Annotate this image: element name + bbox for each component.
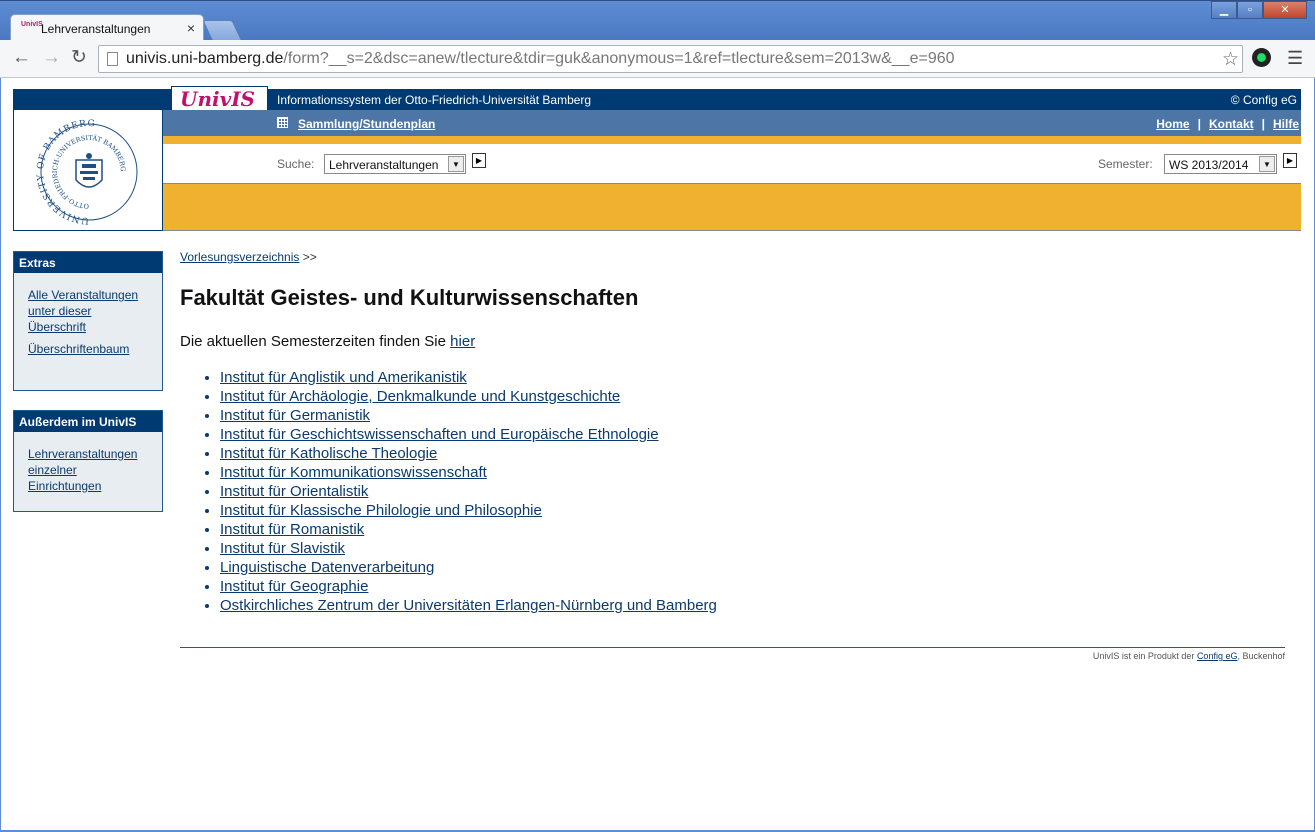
contact-link[interactable]: Kontakt — [1209, 117, 1254, 131]
list-item[interactable]: Institut für Orientalistik — [220, 482, 717, 501]
list-item[interactable]: Institut für Klassische Philologie und P… — [220, 501, 717, 520]
university-seal: UNIVERSITY OF BAMBERG OTTO-FRIEDRICH-UNI… — [13, 110, 163, 231]
list-item[interactable]: Institut für Kommunikationswissenschaft — [220, 463, 717, 482]
list-item[interactable]: Institut für Katholische Theologie — [220, 444, 717, 463]
help-link[interactable]: Hilfe — [1273, 117, 1299, 131]
list-item[interactable]: Institut für Geographie — [220, 577, 717, 596]
list-item[interactable]: Ostkirchliches Zentrum der Universitäten… — [220, 596, 717, 615]
extension-icon[interactable] — [1252, 48, 1271, 67]
footer: UnivIS ist ein Produkt der Config eG, Bu… — [1092, 651, 1285, 661]
sidebar-link-institution-lectures[interactable]: Lehrveranstaltungen einzelner Einrichtun… — [28, 446, 152, 494]
forward-arrow-icon[interactable]: → — [42, 48, 61, 68]
url-text: univis.uni-bamberg.de/form?__s=2&dsc=ane… — [126, 50, 955, 67]
grid-icon — [277, 117, 288, 128]
semester-select[interactable]: WS 2013/2014 ▼ — [1164, 154, 1277, 174]
config-eg-link[interactable]: Config eG — [1197, 651, 1238, 661]
close-window-icon[interactable]: ✕ — [1263, 1, 1307, 19]
univis-logo[interactable]: UnivIS — [171, 86, 268, 112]
list-item[interactable]: Institut für Germanistik — [220, 406, 717, 425]
window-controls: ▁ ▫ ✕ — [1211, 1, 1307, 21]
back-arrow-icon[interactable]: ← — [12, 48, 31, 68]
list-item[interactable]: Institut für Slavistik — [220, 539, 717, 558]
list-item[interactable]: Linguistische Datenverarbeitung — [220, 558, 717, 577]
breadcrumb: Vorlesungsverzeichnis >> — [180, 250, 317, 264]
new-tab-button[interactable] — [202, 20, 242, 40]
page-icon — [107, 52, 118, 66]
header-nav: Sammlung/Stundenplan Home | Kontakt | Hilfe — [163, 110, 1301, 136]
semester-label: Semester: — [1098, 157, 1153, 171]
browser-toolbar: ← → ↻ univis.uni-bamberg.de/form?__s=2&d… — [0, 40, 1315, 78]
chevron-down-icon: ▼ — [1259, 156, 1275, 172]
menu-icon[interactable]: ☰ — [1287, 48, 1303, 69]
chevron-down-icon: ▼ — [448, 156, 464, 172]
breadcrumb-link[interactable]: Vorlesungsverzeichnis — [180, 250, 299, 264]
univis-favicon-icon: UnivIS — [21, 21, 43, 28]
header-copyright: © Config eG — [1230, 93, 1297, 107]
sidebar-extras: Extras Alle Veranstaltungen unter dieser… — [13, 251, 163, 391]
sidebar-link-heading-tree[interactable]: Überschriftenbaum — [28, 341, 152, 357]
top-links: Home | Kontakt | Hilfe — [1156, 117, 1299, 131]
list-item[interactable]: Institut für Romanistik — [220, 520, 717, 539]
tab-title: Lehrveranstaltungen — [41, 22, 151, 36]
semester-dates-link[interactable]: hier — [450, 333, 475, 350]
header-info: Informationssystem der Otto-Friedrich-Un… — [277, 93, 592, 107]
minimize-icon[interactable]: ▁ — [1211, 1, 1237, 19]
sidebar-link-all-lectures[interactable]: Alle Veranstaltungen unter dieser Übersc… — [28, 287, 152, 335]
home-link[interactable]: Home — [1156, 117, 1189, 131]
list-item[interactable]: Institut für Geschichtswissenschaften un… — [220, 425, 717, 444]
intro-text: Die aktuellen Semesterzeiten finden Sie … — [180, 333, 476, 350]
sidebar-more: Außerdem im UnivIS Lehrveranstaltungen e… — [13, 410, 163, 512]
list-item[interactable]: Institut für Anglistik und Amerikanistik — [220, 368, 717, 387]
search-select[interactable]: Lehrveranstaltungen ▼ — [324, 154, 466, 174]
browser-titlebar: UnivIS Lehrveranstaltungen × ▁ ▫ ✕ — [0, 0, 1315, 42]
address-bar[interactable]: univis.uni-bamberg.de/form?__s=2&dsc=ane… — [98, 45, 1243, 73]
browser-tab[interactable]: UnivIS Lehrveranstaltungen × — [10, 14, 204, 42]
bookmark-star-icon[interactable]: ☆ — [1222, 48, 1239, 71]
institute-list: Institut für Anglistik und Amerikanistik… — [200, 368, 717, 615]
header-band — [163, 184, 1301, 231]
reload-icon[interactable]: ↻ — [71, 48, 87, 68]
header-accent — [163, 136, 1301, 144]
window-frame — [0, 78, 1, 832]
list-item[interactable]: Institut für Archäologie, Denkmalkunde u… — [220, 387, 717, 406]
search-go-button[interactable]: ▶ — [472, 153, 486, 168]
sidebar-extras-title: Extras — [14, 252, 162, 273]
semester-go-button[interactable]: ▶ — [1283, 153, 1297, 168]
page-title: Fakultät Geistes- und Kulturwissenschaft… — [180, 285, 639, 310]
search-row: Suche: Lehrveranstaltungen ▼ ▶ Semester:… — [163, 144, 1301, 184]
collection-link[interactable]: Sammlung/Stundenplan — [298, 117, 435, 131]
search-label: Suche: — [277, 157, 315, 171]
maximize-icon[interactable]: ▫ — [1237, 1, 1263, 19]
sidebar-more-title: Außerdem im UnivIS — [14, 411, 162, 432]
footer-divider — [180, 647, 1285, 648]
university-seal-icon: UNIVERSITY OF BAMBERG OTTO-FRIEDRICH-UNI… — [36, 119, 138, 225]
tab-close-icon[interactable]: × — [187, 20, 195, 36]
